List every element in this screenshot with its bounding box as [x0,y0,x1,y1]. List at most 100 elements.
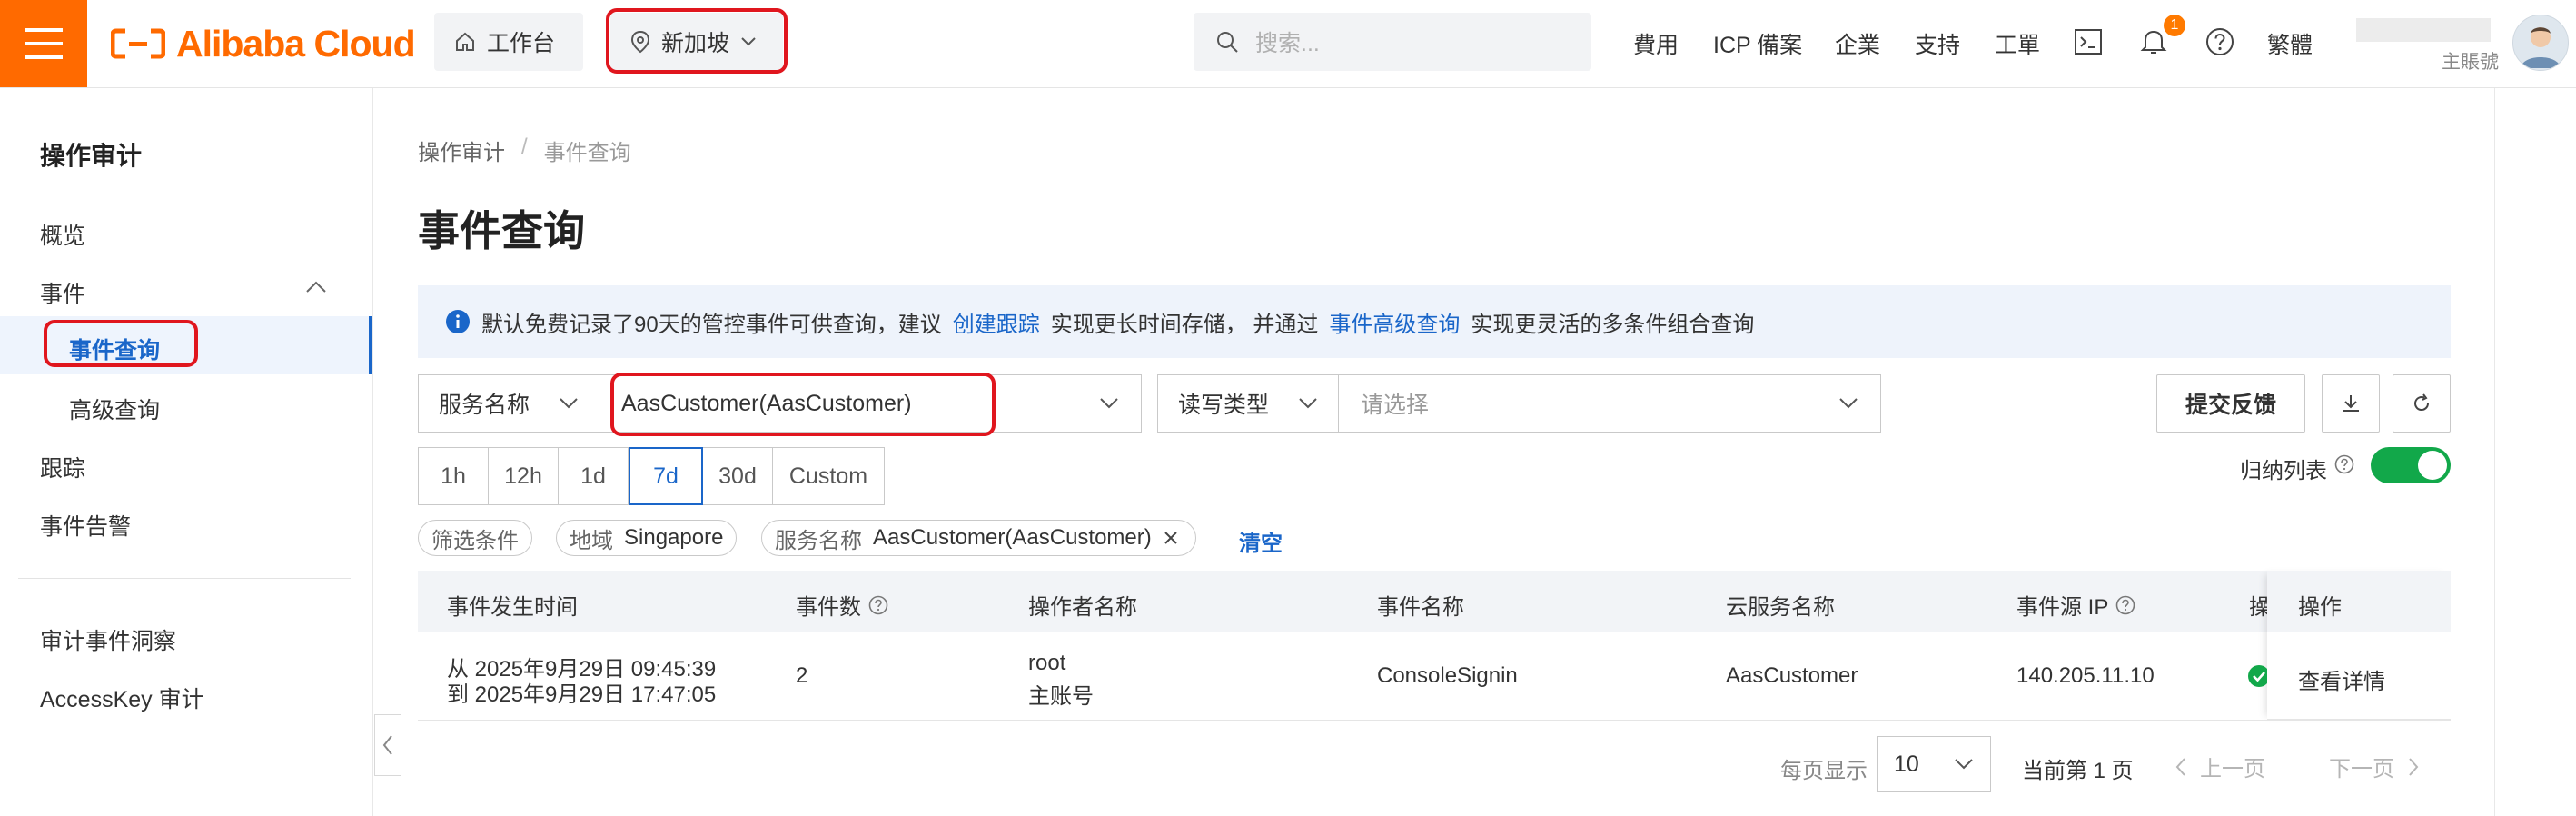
filter-field2-select[interactable]: 读写类型 [1157,374,1339,433]
sidebar-item-insights[interactable]: 审计事件洞察 [40,623,176,656]
right-edge-divider [2494,88,2495,816]
service-value-highlight-outline [610,373,996,436]
chevron-left-icon [382,735,392,755]
home-icon [456,32,474,51]
language-switch[interactable]: 繁體 [2267,27,2313,60]
col-cloud-service: 云服务名称 [1726,595,1835,620]
question-icon[interactable] [868,595,888,615]
avatar[interactable] [2512,15,2569,71]
time-range-7d[interactable]: 7d [629,447,703,505]
col-actions: 操作 [2298,595,2342,620]
question-icon[interactable] [2334,454,2354,474]
current-page: 当前第 1 页 [2022,759,2134,783]
user-avatar-icon [2521,27,2561,68]
time-range-1d[interactable]: 1d [558,447,629,505]
workbench-button[interactable]: 工作台 [434,13,583,71]
notification-badge: 1 [2164,15,2185,36]
sidebar-item-events[interactable]: 事件 [40,276,85,309]
sidebar-collapse-button[interactable] [374,714,401,776]
prev-page-label: 上一页 [2200,757,2265,781]
nav-icp[interactable]: ICP 備案 [1713,27,1802,60]
col-operator: 操作者名称 [1028,595,1137,620]
bell-icon [2140,30,2167,54]
search-placeholder: 搜索... [1255,31,1320,56]
hamburger-menu-button[interactable] [0,0,87,87]
page-size-label: 每页显示 [1780,759,1868,783]
account-type: 主賬號 [2442,52,2499,73]
notice-text-2: 实现更长时间存储， 并通过 [1050,312,1319,337]
close-icon[interactable] [1163,530,1179,546]
fixed-action-header-bg [2267,571,2451,632]
view-details-link[interactable]: 查看详情 [2298,663,2385,695]
service-tag: 服务名称 AasCustomer(AasCustomer) [761,520,1196,556]
clear-filters-link[interactable]: 清空 [1239,525,1283,557]
cloud-shell-button[interactable] [2075,29,2102,59]
page-size-select[interactable]: 10 [1877,736,1991,792]
sidebar-active-indicator [369,316,372,374]
filter-field1-label: 服务名称 [439,393,530,418]
chevron-left-icon [2175,757,2185,776]
create-trail-link[interactable]: 创建跟踪 [953,306,1040,338]
breadcrumb: 操作审计 / 事件查询 [418,134,631,166]
help-button[interactable] [2205,27,2234,61]
time-range-1h[interactable]: 1h [418,447,489,505]
chevron-down-icon [1299,398,1317,409]
service-tag-value: AasCustomer(AasCustomer) [873,525,1152,550]
question-icon[interactable] [2115,595,2135,615]
advanced-query-link[interactable]: 事件高级查询 [1329,306,1460,338]
sidebar-item-event-alerts[interactable]: 事件告警 [40,509,131,542]
row-event-name: ConsoleSignin [1377,663,1518,688]
logo-text: Alibaba Cloud [176,22,416,65]
info-notice: 默认免费记录了90天的管控事件可供查询，建议 创建跟踪 实现更长时间存储， 并通… [418,285,2451,358]
sidebar-item-overview[interactable]: 概览 [40,218,85,251]
account-name-blurred [2356,18,2491,42]
feedback-button[interactable]: 提交反馈 [2156,374,2305,433]
time-range-12h[interactable]: 12h [488,447,559,505]
alibaba-logo-icon [111,28,165,59]
col-event-time: 事件发生时间 [447,595,578,620]
next-page-button[interactable]: 下一页 [2329,751,2420,782]
row-service: AasCustomer [1726,663,1858,688]
workbench-label: 工作台 [487,31,556,56]
row-event-count[interactable]: 2 [796,663,807,689]
hamburger-icon [25,28,63,59]
nav-tickets[interactable]: 工單 [1995,27,2040,60]
row-operator-type: 主账号 [1028,684,1094,709]
filter-conditions-label: 筛选条件 [431,528,519,553]
download-button[interactable] [2322,374,2380,433]
chevron-down-icon [1100,398,1118,409]
search-icon [1217,32,1238,53]
row-time-to: 到 2025年9月29日 17:47:05 [447,682,717,707]
notice-text-3: 实现更灵活的多条件组合查询 [1471,312,1755,337]
group-list-toggle[interactable] [2371,447,2451,483]
time-range-30d[interactable]: 30d [702,447,773,505]
sidebar-item-accesskey-audit[interactable]: AccessKey 审计 [40,682,204,714]
row-operator: root [1028,651,1066,675]
next-page-label: 下一页 [2329,757,2394,781]
filter-field2-label: 读写类型 [1178,393,1270,418]
filter-field2-value-select[interactable]: 请选择 [1338,374,1881,433]
sidebar-item-advanced-query[interactable]: 高级查询 [69,393,160,425]
alibaba-cloud-logo[interactable]: Alibaba Cloud [111,20,416,67]
nav-billing[interactable]: 費用 [1633,27,1679,60]
notifications-button[interactable] [2140,27,2167,61]
breadcrumb-current: 事件查询 [543,141,631,165]
sidebar-item-trails[interactable]: 跟踪 [40,451,85,483]
filter-conditions-tag: 筛选条件 [418,520,532,556]
search-input[interactable]: 搜索... [1194,13,1591,71]
sidebar-divider [18,578,351,579]
time-range-custom[interactable]: Custom [772,447,885,505]
breadcrumb-root[interactable]: 操作审计 [418,134,505,166]
prev-page-button[interactable]: 上一页 [2175,751,2265,782]
nav-support[interactable]: 支持 [1915,27,1960,60]
nav-enterprise[interactable]: 企業 [1835,27,1880,60]
help-icon [2206,28,2234,55]
group-list-label: 归纳列表 [2240,459,2327,483]
refresh-button[interactable] [2393,374,2451,433]
sidebar-title: 操作审计 [40,142,143,170]
chevron-up-icon[interactable] [305,280,327,294]
col-event-count-label: 事件数 [796,595,861,620]
info-icon [446,310,470,333]
chevron-down-icon [560,398,578,409]
filter-field1-select[interactable]: 服务名称 [418,374,599,433]
